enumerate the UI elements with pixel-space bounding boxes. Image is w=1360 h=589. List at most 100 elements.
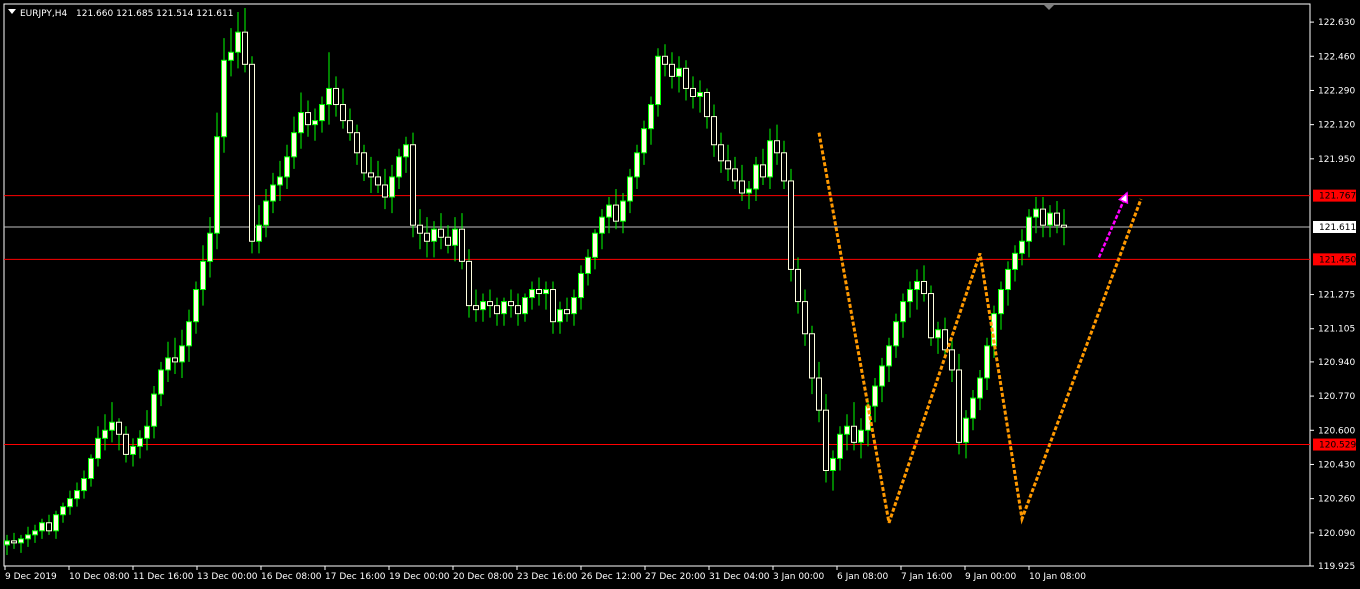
x-tick-label: 20 Dec 08:00: [453, 572, 514, 582]
candle-body: [1012, 252, 1018, 270]
candle-body: [1054, 212, 1060, 226]
candle-body: [116, 421, 122, 435]
candle-body: [333, 87, 339, 106]
candle-body: [634, 152, 640, 178]
candle-body: [886, 345, 892, 367]
x-tick-label: 9 Jan 00:00: [965, 572, 1017, 582]
candle-body: [529, 289, 535, 299]
price-chart[interactable]: 122.630 122.460 122.290 122.120 121.950 121.2…: [0, 0, 1360, 589]
candle-body: [445, 236, 451, 246]
candle-body: [872, 385, 878, 407]
candle-body: [466, 260, 472, 307]
candle-body: [424, 232, 430, 242]
candle-body: [515, 305, 521, 315]
candle-body: [109, 421, 115, 431]
candle-body: [207, 232, 213, 262]
y-tick-label: 120.770: [1318, 392, 1355, 402]
candle-body: [592, 232, 598, 258]
level-price-label: 121.450: [1319, 255, 1356, 265]
candle-body: [494, 305, 500, 315]
candle-body: [375, 176, 381, 186]
candle-body: [711, 116, 717, 146]
y-tick-label: 122.120: [1318, 121, 1355, 131]
candle-body: [522, 297, 528, 315]
candle-body: [501, 301, 507, 315]
candle-body: [277, 176, 283, 186]
candle-body: [809, 333, 815, 379]
candle-body: [970, 397, 976, 419]
y-tick-label: 120.090: [1318, 529, 1355, 539]
candle-body: [1026, 216, 1032, 242]
candle-body: [879, 365, 885, 387]
candle-body: [179, 345, 185, 363]
candle-body: [480, 301, 486, 311]
candle-body: [396, 156, 402, 178]
y-tick-label: 121.105: [1318, 325, 1355, 335]
candle-body: [977, 377, 983, 399]
candle-body: [543, 289, 549, 295]
candle-body: [158, 369, 164, 395]
candle-body: [305, 112, 311, 126]
candle-body: [221, 59, 227, 138]
candle-body: [669, 63, 675, 77]
candle-body: [578, 272, 584, 299]
candle-body: [151, 393, 157, 427]
candle-body: [571, 297, 577, 315]
candle-body: [795, 268, 801, 303]
candle-body: [67, 498, 73, 508]
candle-body: [326, 87, 332, 106]
candle-body: [550, 289, 556, 323]
candle-body: [599, 216, 605, 234]
candle-body: [613, 204, 619, 222]
candle-body: [46, 522, 52, 532]
candle-body: [235, 31, 241, 53]
candle-body: [767, 140, 773, 178]
candle-body: [620, 200, 626, 222]
candle-body: [228, 51, 234, 61]
candle-body: [760, 164, 766, 178]
candle-body: [585, 256, 591, 274]
y-tick-label: 120.260: [1318, 495, 1355, 505]
candle-body: [88, 457, 94, 480]
candle-body: [907, 289, 913, 303]
candle-body: [102, 429, 108, 439]
candle-body: [746, 188, 752, 194]
candle-body: [774, 140, 780, 154]
candle-body: [18, 538, 24, 544]
candle-body: [802, 301, 808, 335]
candle-body: [368, 172, 374, 178]
candle-body: [557, 309, 563, 323]
x-tick-label: 6 Jan 08:00: [837, 572, 889, 582]
y-tick-label: 122.460: [1318, 52, 1355, 62]
candle-body: [487, 301, 493, 307]
candle-body: [298, 112, 304, 134]
candle-body: [186, 321, 192, 347]
candle-body: [641, 128, 647, 154]
candle-body: [242, 31, 248, 65]
candle-body: [998, 289, 1004, 315]
candle-body: [830, 457, 836, 471]
candle-body: [683, 67, 689, 89]
candle-body: [256, 224, 262, 242]
candle-body: [648, 104, 654, 130]
candle-body: [11, 540, 17, 544]
chart-header: EURJPY,H4 121.660 121.685 121.514 121.61…: [8, 9, 233, 19]
candle-body: [354, 132, 360, 154]
x-tick-label: 27 Dec 20:00: [645, 572, 706, 582]
candle-body: [508, 301, 514, 307]
candle-body: [172, 357, 178, 363]
candle-body: [676, 67, 682, 77]
candle-body: [130, 445, 136, 455]
x-tick-label: 13 Dec 00:00: [197, 572, 258, 582]
candle-body: [564, 309, 570, 315]
x-tick-label: 31 Dec 04:00: [709, 572, 770, 582]
x-tick-label: 11 Dec 16:00: [133, 572, 194, 582]
candle-body: [704, 91, 710, 118]
candle-body: [732, 168, 738, 182]
candle-body: [340, 104, 346, 122]
x-tick-label: 23 Dec 16:00: [517, 572, 578, 582]
level-price-label: 120.529: [1319, 441, 1356, 451]
x-tick-label: 17 Dec 16:00: [325, 572, 386, 582]
candle-body: [249, 63, 255, 242]
candle-body: [900, 301, 906, 323]
